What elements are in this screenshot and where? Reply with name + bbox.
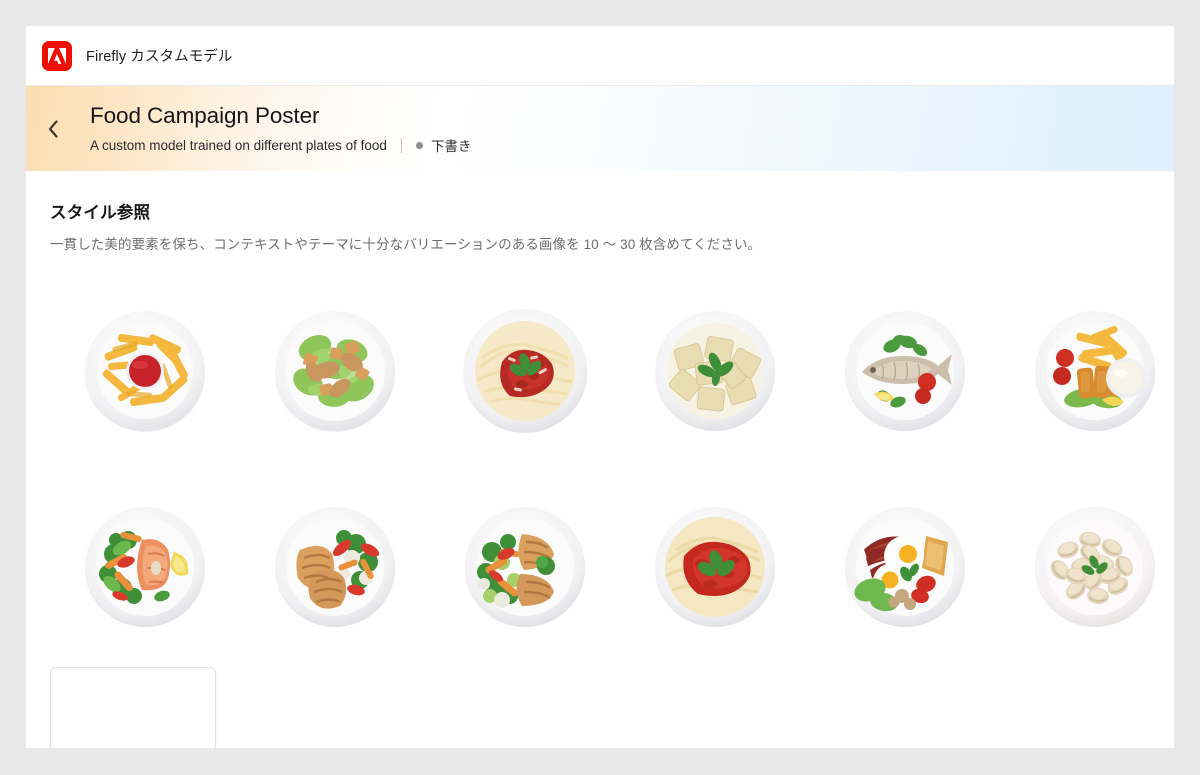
image-thumbnail-grilled-chicken-with-vegetables[interactable] [240,471,430,663]
image-thumbnail-fish-sticks-with-fries[interactable] [1000,275,1174,467]
image-thumbnail-grilled-fish-fillet-with-vegetables[interactable] [430,471,620,663]
image-thumbnail-ravioli-with-basil[interactable] [620,275,810,467]
chevron-left-icon [48,119,59,138]
section-title: スタイル参照 [50,204,151,222]
status-dot-icon [415,141,423,149]
image-thumbnail-pasta-with-tomato-sauce[interactable] [620,471,810,663]
add-image-upload-box[interactable] [50,667,216,748]
image-thumbnail-spaghetti-bolognese[interactable] [430,275,620,467]
app-window: Firefly カスタムモデル Food Campaign Poster A c… [26,26,1174,748]
divider [400,137,402,153]
image-thumbnail-caesar-salad-with-chicken[interactable] [240,275,430,467]
status-badge: 下書き [430,139,472,154]
image-thumbnail-english-breakfast[interactable] [810,471,1000,663]
image-thumbnail-dumplings-pelmeni[interactable] [1000,471,1174,663]
project-banner: Food Campaign Poster A custom model trai… [26,86,1174,171]
app-title: Firefly カスタムモデル [86,49,233,65]
model-description: A custom model trained on different plat… [90,137,387,153]
main-content: スタイル参照 一貫した美的要素を保ち、コンテキストやテーマに十分なバリエーション… [26,171,1174,748]
style-reference-grid [50,275,1174,663]
banner-text-group: Food Campaign Poster A custom model trai… [70,102,471,155]
adobe-logo-icon[interactable] [42,40,72,71]
image-thumbnail-grilled-whole-fish[interactable] [810,275,1000,467]
top-bar: Firefly カスタムモデル [26,26,1174,86]
back-button[interactable] [26,86,70,171]
page-title: Food Campaign Poster [90,103,320,128]
banner-subtitle-row: A custom model trained on different plat… [90,135,471,155]
upload-row [50,667,1174,748]
section-description: 一貫した美的要素を保ち、コンテキストやテーマに十分なバリエーションのある画像を … [50,237,762,252]
image-thumbnail-salmon-steak-with-vegetables[interactable] [50,471,240,663]
image-thumbnail-french-fries-with-ketchup[interactable] [50,275,240,467]
